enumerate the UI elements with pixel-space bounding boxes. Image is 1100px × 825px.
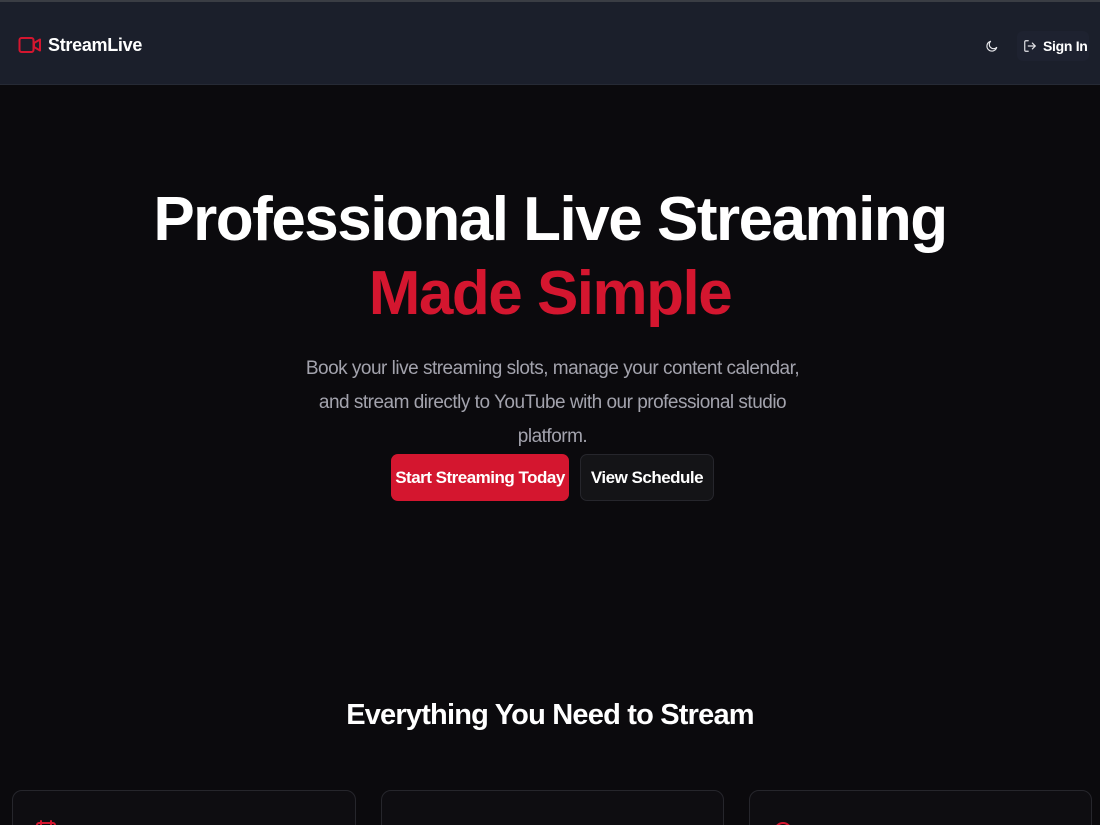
video-camera-icon — [18, 37, 41, 53]
feature-icon — [36, 820, 56, 825]
theme-toggle-button[interactable] — [980, 34, 1004, 58]
landing-page: StreamLive Sign In Professional Live Str… — [0, 0, 1100, 825]
sign-in-button[interactable]: Sign In — [1017, 31, 1089, 61]
view-schedule-button[interactable]: View Schedule — [580, 454, 714, 501]
feature-card — [749, 790, 1092, 825]
features-section-title: Everything You Need to Stream — [346, 699, 754, 731]
hero-title: Professional Live Streaming — [153, 185, 948, 254]
hero-subtitle: Book your live streaming slots, manage y… — [305, 358, 800, 447]
start-streaming-button[interactable]: Start Streaming Today — [391, 454, 569, 501]
brand-name: StreamLive — [48, 34, 143, 55]
sign-in-label: Sign In — [1043, 38, 1088, 54]
feature-card — [12, 790, 356, 825]
log-in-icon — [1024, 40, 1036, 52]
hero-title-accent: Made Simple — [368, 259, 733, 328]
moon-icon — [986, 40, 998, 52]
feature-card — [381, 790, 724, 825]
brand-logo-link[interactable]: StreamLive — [18, 32, 142, 58]
feature-icon — [776, 822, 790, 825]
top-navbar: StreamLive Sign In — [0, 0, 1100, 85]
